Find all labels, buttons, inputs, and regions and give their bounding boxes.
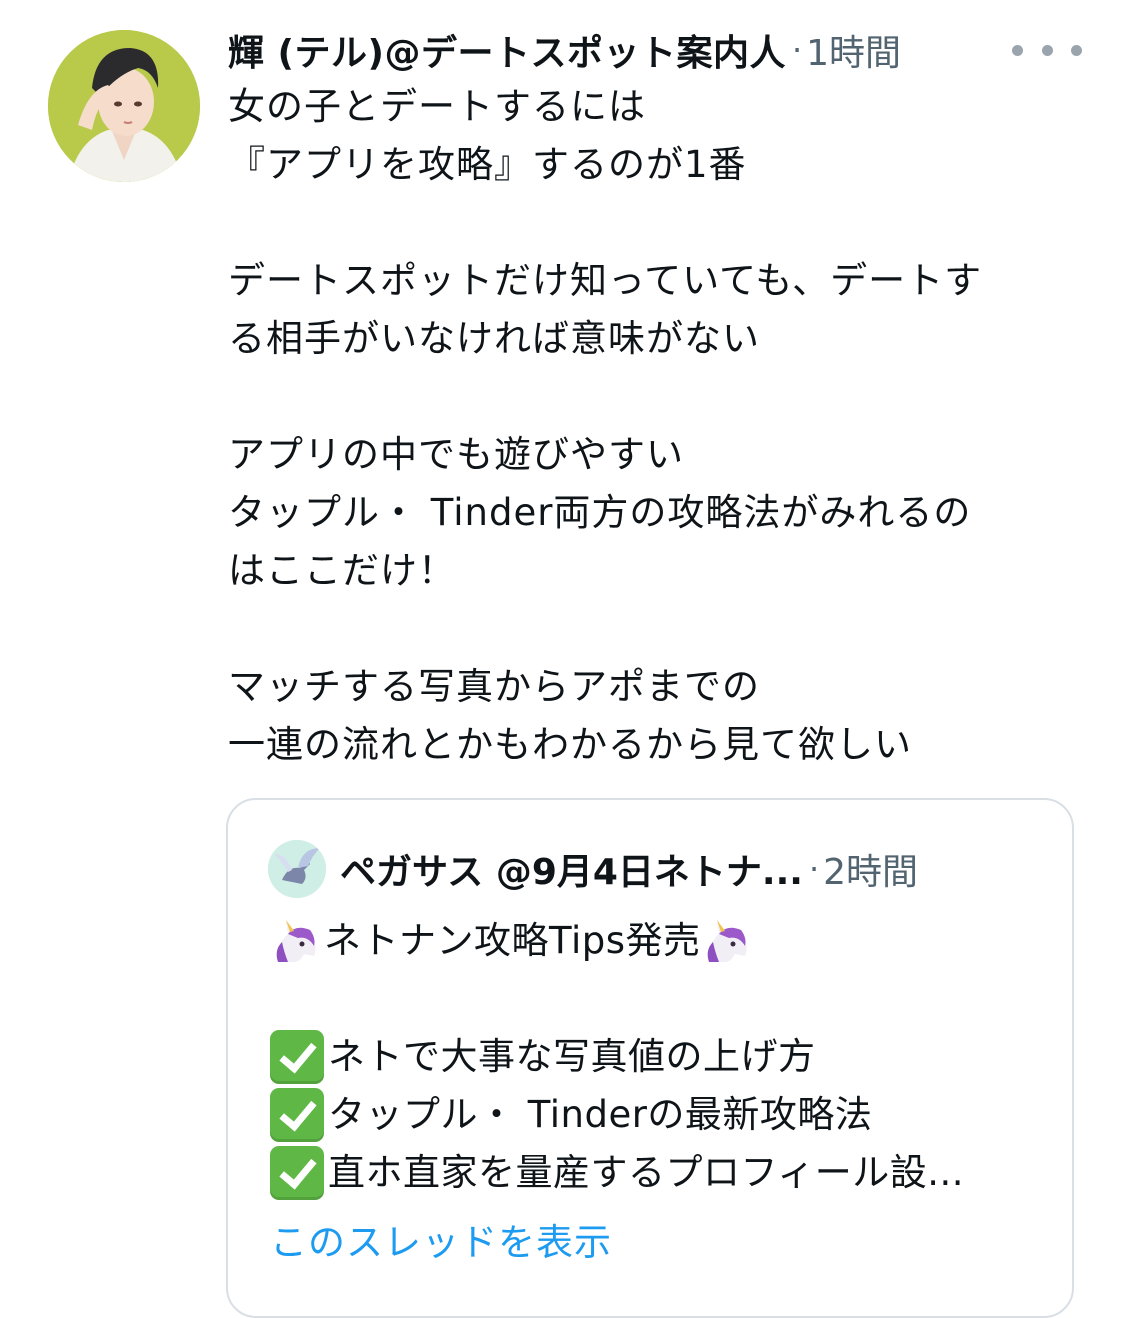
quoted-list-item-text: タップル・ Tinderの最新攻略法 (328, 1093, 873, 1136)
check-mark-icon (270, 1030, 324, 1084)
tweet-line-break (228, 368, 1108, 426)
quoted-tweet-header: ペガサス @9月4日ネトナ... · 2時間 (268, 838, 1048, 900)
author-name[interactable]: 輝 (テル)@デートスポット案内人 (228, 24, 786, 76)
quoted-author-avatar[interactable] (268, 840, 326, 898)
unicorn-icon (276, 920, 316, 962)
pegasus-icon (268, 840, 326, 898)
tweet-line: アプリの中でも遊びやすい (228, 433, 684, 476)
tweet-line: デートスポットだけ知っていても、デートす (228, 259, 983, 302)
quoted-line-break (270, 970, 1060, 1028)
tweet-timestamp[interactable]: 1時間 (806, 24, 901, 76)
quoted-list-item: 直ホ直家を量産するプロフィール設... (270, 1144, 1060, 1202)
quoted-tweet-timestamp[interactable]: 2時間 (823, 843, 918, 895)
check-mark-icon (270, 1088, 324, 1142)
quoted-title-line: ネトナン攻略Tips発売 (270, 912, 1060, 970)
quoted-list-item-text: ネトで大事な写真値の上げ方 (328, 1035, 816, 1078)
quoted-list-item: ネトで大事な写真値の上げ方 (270, 1028, 1060, 1086)
separator-dot: · (791, 31, 803, 69)
tweet-text: 女の子とデートするには 『アプリを攻略』するのが1番 デートスポットだけ知ってい… (228, 78, 1108, 774)
author-avatar[interactable] (48, 30, 200, 182)
tweet-line: 『アプリを攻略』するのが1番 (228, 143, 747, 186)
quoted-list-item-text: 直ホ直家を量産するプロフィール設... (328, 1151, 965, 1194)
tweet-line: る相手がいなければ意味がない (228, 317, 760, 360)
tweet-line-break (228, 600, 1108, 658)
quoted-title-text: ネトナン攻略Tips発売 (324, 919, 701, 962)
quoted-list-item: タップル・ Tinderの最新攻略法 (270, 1086, 1060, 1144)
show-thread-link[interactable]: このスレッドを表示 (270, 1212, 612, 1266)
separator-dot: · (808, 850, 820, 888)
quoted-tweet-card[interactable]: ペガサス @9月4日ネトナ... · 2時間 ネトナン攻略Tips発売 ネトで大… (226, 798, 1074, 1318)
avatar-illustration (48, 30, 200, 182)
check-mark-icon (270, 1146, 324, 1200)
tweet-line-break (228, 194, 1108, 252)
quoted-tweet-text: ネトナン攻略Tips発売 ネトで大事な写真値の上げ方 タップル・ Tinderの… (270, 912, 1060, 1202)
quoted-author-name[interactable]: ペガサス @9月4日ネトナ... (340, 843, 803, 895)
unicorn-icon (707, 920, 747, 962)
tweet-header: 輝 (テル)@デートスポット案内人 · 1時間 (228, 22, 1108, 78)
more-horizontal-icon[interactable] (1012, 36, 1082, 64)
tweet-line: 女の子とデートするには (228, 85, 646, 128)
tweet-line: マッチする写真からアポまでの (228, 665, 760, 708)
tweet-line: タップル・ Tinder両方の攻略法がみれるの (228, 491, 972, 534)
tweet-line: はここだけ！ (228, 549, 456, 592)
tweet-line: 一連の流れとかもわかるから見て欲しい (228, 723, 912, 766)
